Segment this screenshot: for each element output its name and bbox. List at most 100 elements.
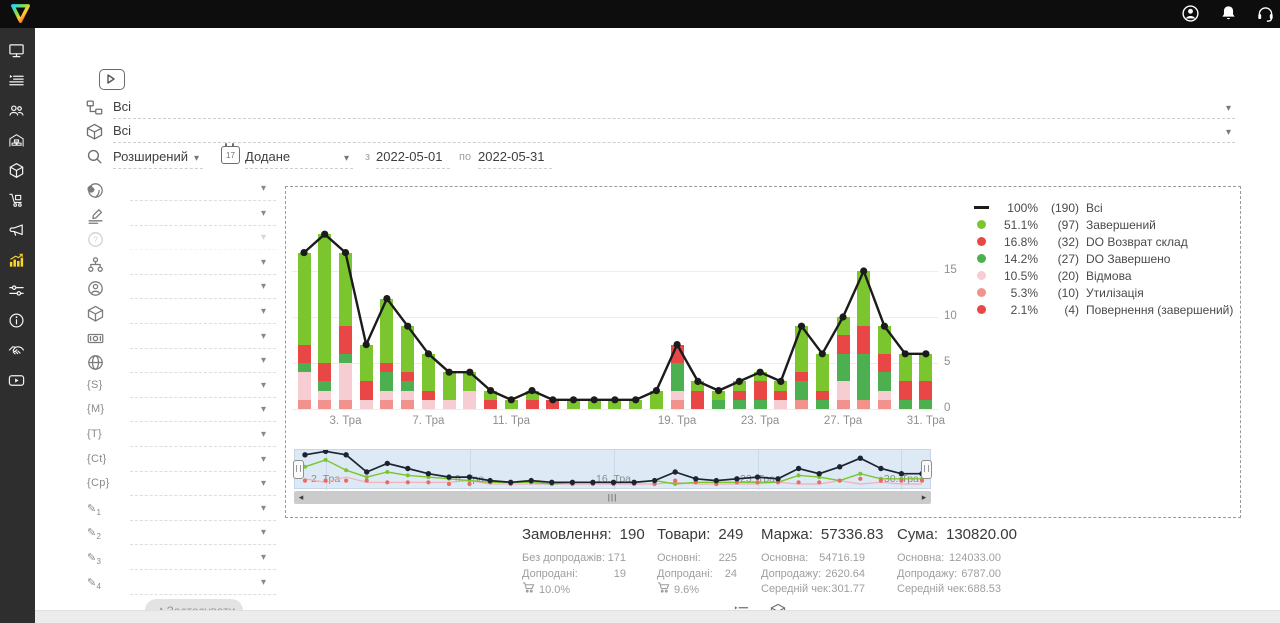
legend-swatch [974, 271, 989, 280]
stats-value: 130820.00 [946, 526, 1017, 543]
filter-select[interactable] [130, 328, 276, 349]
sidebar-item-megaphone[interactable] [8, 222, 27, 241]
sidebar-item-package[interactable] [8, 162, 27, 181]
filter-row-pencil-num-2: ✎2 [80, 524, 276, 546]
sidebar-item-handshake[interactable] [8, 342, 27, 361]
sidebar-item-warehouse[interactable] [8, 132, 27, 151]
total-line-point [363, 341, 370, 348]
legend-percent: 5.3% [996, 286, 1038, 300]
sidebar-item-monitor[interactable] [8, 42, 27, 61]
app-logo-icon[interactable] [9, 2, 32, 25]
filter-select[interactable] [130, 205, 276, 226]
chevron-down-icon [194, 149, 199, 169]
date-field-select-value: Додане [245, 149, 290, 164]
legend-label: Утилізація [1086, 286, 1144, 300]
legend-item[interactable]: 100% (190) Всі [974, 199, 1233, 216]
filter-select[interactable] [130, 352, 276, 373]
scroll-right-icon[interactable] [917, 491, 931, 504]
filter-select[interactable] [130, 475, 276, 496]
navigator-right-handle[interactable] [921, 460, 932, 479]
chevron-down-icon [261, 306, 266, 317]
filter-select[interactable] [130, 254, 276, 275]
total-line-point [321, 231, 328, 238]
total-line [286, 187, 956, 432]
filter-select[interactable] [130, 401, 276, 422]
bracket-icon: {M} [87, 403, 104, 415]
category-select[interactable]: Всі [113, 121, 1235, 143]
sidebar-item-stats-chart[interactable] [8, 252, 27, 271]
filter-select[interactable] [130, 180, 276, 201]
bracket-icon: {Ct} [87, 453, 107, 465]
legend-swatch [974, 305, 989, 314]
filter-select[interactable] [130, 303, 276, 324]
sidebar-item-trolley[interactable] [8, 192, 27, 211]
filter-select[interactable] [130, 549, 276, 570]
sidebar [0, 28, 35, 623]
legend-percent: 2.1% [996, 303, 1038, 317]
funnel-select[interactable]: Всі [113, 97, 1235, 119]
filter-row-globe-marker [80, 180, 276, 202]
legend-swatch [974, 237, 989, 246]
legend-item[interactable]: 16.8% (32) DO Возврат склад [974, 233, 1233, 250]
filter-select[interactable] [130, 524, 276, 545]
chart-navigator[interactable]: 2. Тра9. Тра16. Тра23. Тра30. Тра [294, 449, 931, 489]
total-line-point [466, 369, 473, 376]
total-line-point [715, 387, 722, 394]
total-line-point [860, 267, 867, 274]
chevron-down-icon [261, 208, 266, 219]
sidebar-item-users[interactable] [8, 102, 27, 121]
video-help-button[interactable] [99, 69, 125, 90]
filter-select[interactable] [130, 229, 276, 250]
date-from-input[interactable]: 2022-05-01 [376, 147, 450, 169]
total-line-point [653, 387, 660, 394]
legend-item[interactable]: 14.2% (27) DO Завершено [974, 250, 1233, 267]
filter-select[interactable] [130, 377, 276, 398]
filter-row-person [80, 278, 276, 300]
question-icon: ? [87, 231, 104, 248]
scroll-left-icon[interactable] [294, 491, 308, 504]
navigator-left-handle[interactable] [293, 460, 304, 479]
legend-label: Повернення (завершений) [1086, 303, 1233, 317]
headset-icon[interactable] [1256, 4, 1275, 23]
stats-upsell-percent: 9.6% [657, 582, 737, 599]
sidebar-item-orders-list[interactable] [8, 72, 27, 91]
globe-icon [87, 354, 104, 371]
sidebar-item-info[interactable] [8, 312, 27, 331]
filter-select[interactable] [130, 278, 276, 299]
legend-item[interactable]: 51.1% (97) Завершений [974, 216, 1233, 233]
stats-subrow: Основна:54716.19 [761, 551, 865, 567]
sidebar-item-sliders[interactable] [8, 282, 27, 301]
mode-select[interactable]: Розширений [113, 147, 203, 169]
legend-item[interactable]: 2.1% (4) Повернення (завершений) [974, 301, 1233, 318]
legend-item[interactable]: 5.3% (10) Утилізація [974, 284, 1233, 301]
filter-select[interactable] [130, 451, 276, 472]
sidebar-item-video[interactable] [8, 372, 27, 391]
bracket-icon: {Cp} [87, 477, 110, 489]
legend-item[interactable]: 10.5% (20) Відмова [974, 267, 1233, 284]
total-line-point [922, 350, 929, 357]
total-line-point [611, 396, 618, 403]
person-icon [87, 280, 104, 297]
pencil-lines-icon [87, 207, 104, 224]
package-icon [86, 123, 103, 140]
stats-title: Маржа: [761, 526, 813, 543]
stats-subrow: Допродані:24 [657, 567, 737, 583]
bracket-icon: {S} [87, 379, 103, 391]
chart-scrollbar[interactable] [294, 491, 931, 504]
chevron-down-icon [261, 429, 266, 440]
total-line-point [819, 350, 826, 357]
stats-value: 57336.83 [821, 526, 884, 543]
scrollbar-grip-icon[interactable] [605, 491, 621, 504]
stats-subrow: Допродані:19 [522, 567, 626, 583]
date-to-input[interactable]: 2022-05-31 [478, 147, 552, 169]
date-field-select[interactable]: Додане [245, 147, 353, 169]
filter-select[interactable] [130, 426, 276, 447]
total-line-point [757, 369, 764, 376]
legend-swatch [974, 288, 989, 297]
chevron-down-icon [261, 355, 266, 366]
user-icon[interactable] [1181, 4, 1200, 23]
filter-row-pencil-num-1: ✎1 [80, 500, 276, 522]
filter-select[interactable] [130, 574, 276, 595]
filter-select[interactable] [130, 500, 276, 521]
bell-icon[interactable] [1219, 4, 1238, 23]
